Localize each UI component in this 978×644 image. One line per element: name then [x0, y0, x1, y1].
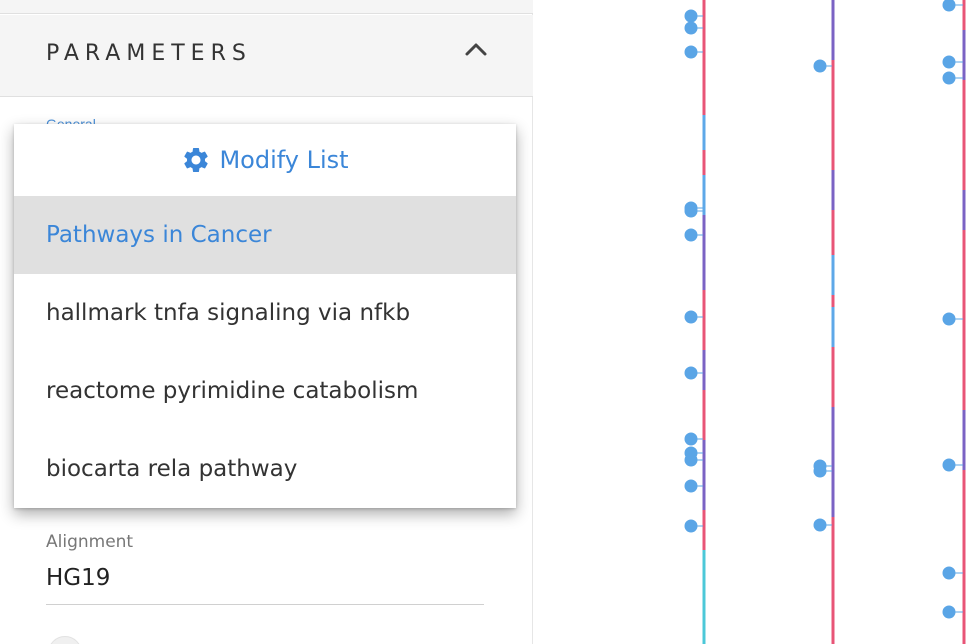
track-2-markers[interactable]: [813, 59, 832, 532]
chevron-up-icon[interactable]: [462, 35, 490, 63]
alignment-value[interactable]: HG19: [46, 565, 110, 591]
track-1: [702, 0, 706, 644]
parameters-title: PARAMETERS: [46, 41, 252, 66]
gear-icon: [184, 148, 209, 172]
track-2: [831, 0, 835, 644]
dropdown-item-hallmark-tnfa[interactable]: hallmark tnfa signaling via nfkb: [14, 274, 516, 352]
dropdown-item-pathways-in-cancer[interactable]: Pathways in Cancer: [14, 196, 516, 274]
toggle-knob[interactable]: [48, 636, 82, 644]
modify-list-label: Modify List: [219, 146, 349, 174]
dropdown-item-biocarta-rela[interactable]: biocarta rela pathway: [14, 430, 516, 508]
alignment-underline: [46, 604, 484, 605]
alignment-label: Alignment: [46, 532, 134, 552]
track-1-markers[interactable]: [684, 9, 703, 533]
parameters-header[interactable]: PARAMETERS: [0, 15, 533, 97]
genome-track-view: [534, 0, 978, 644]
track-3: [962, 0, 966, 644]
gene-set-dropdown: Modify List Pathways in Cancer hallmark …: [14, 124, 516, 508]
track-canvas: [684, 0, 966, 644]
modify-list-button[interactable]: Modify List: [14, 124, 516, 196]
top-strip: [0, 0, 533, 14]
dropdown-item-reactome-pyrimidine[interactable]: reactome pyrimidine catabolism: [14, 352, 516, 430]
track-3-markers[interactable]: [942, 0, 963, 619]
